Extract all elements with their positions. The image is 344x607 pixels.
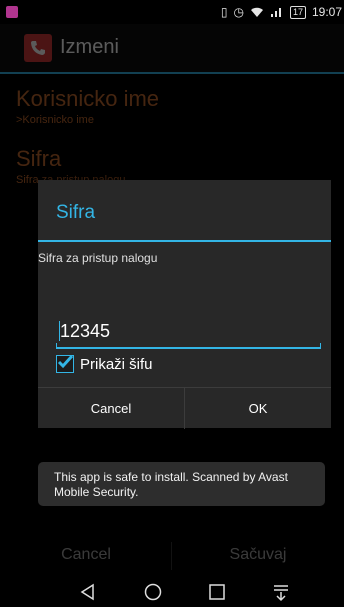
text-cursor	[59, 321, 60, 341]
dialog-message: Sifra za pristup nalogu	[38, 251, 158, 265]
password-input[interactable]	[56, 316, 325, 346]
battery-icon: 17	[289, 5, 306, 19]
show-password-label: Prikaži šifu	[80, 355, 153, 373]
input-underline	[56, 343, 321, 349]
navigation-bar	[0, 576, 344, 607]
password-dialog: Sifra Sifra za pristup nalogu Prikaži ši…	[38, 180, 331, 429]
clock: 19:07	[311, 5, 342, 19]
show-password-row[interactable]: Prikaži šifu	[56, 352, 153, 376]
dialog-button-bar: Cancel OK	[38, 387, 331, 429]
password-field[interactable]	[56, 316, 325, 349]
toast-message: This app is safe to install. Scanned by …	[54, 470, 288, 499]
signal-icon	[270, 8, 281, 17]
show-password-checkbox[interactable]	[56, 354, 74, 373]
home-icon[interactable]	[143, 582, 163, 602]
dialog-ok-button[interactable]: OK	[185, 388, 331, 429]
toast: This app is safe to install. Scanned by …	[38, 462, 325, 506]
checkmark-icon	[57, 354, 74, 369]
status-icons: ▯ ◷ 17 19:07	[221, 5, 342, 19]
vibrate-icon: ▯	[220, 5, 228, 19]
notifications-icon[interactable]	[271, 582, 291, 602]
wifi-icon	[250, 7, 263, 17]
recents-icon[interactable]	[207, 582, 227, 602]
alarm-icon: ◷	[233, 5, 244, 19]
dialog-cancel-button[interactable]: Cancel	[38, 388, 184, 429]
status-bar: ▯ ◷ 17 19:07	[0, 0, 344, 24]
dialog-title: Sifra	[56, 202, 96, 223]
dialog-title-divider	[38, 240, 331, 242]
notification-app-icon	[6, 6, 18, 18]
back-icon[interactable]	[78, 582, 98, 602]
